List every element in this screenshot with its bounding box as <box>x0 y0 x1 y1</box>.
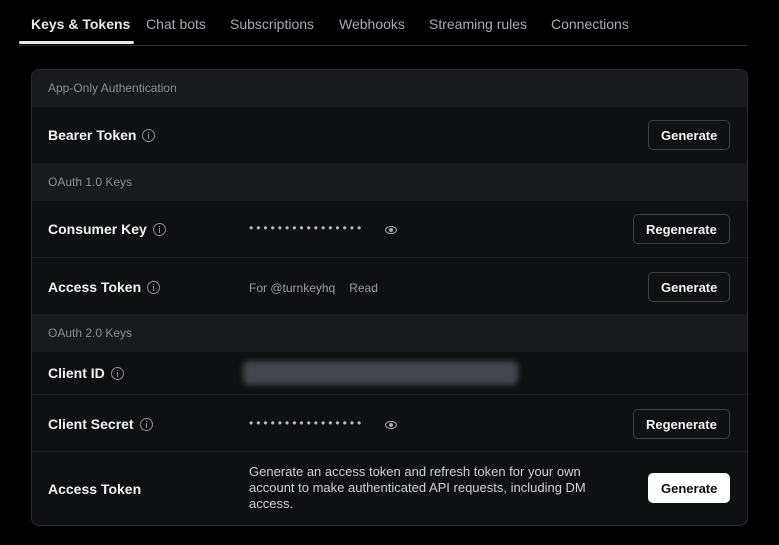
consumer-key-label-wrap: Consumer Key <box>48 221 166 237</box>
active-tab-indicator <box>19 41 134 44</box>
access-token-description: Generate an access token and refresh tok… <box>249 464 586 511</box>
client-id-label-wrap: Client ID <box>48 365 124 381</box>
access-token-permission: Read <box>349 281 378 295</box>
tab-chat-bots[interactable]: Chat bots <box>146 16 206 32</box>
access-token-oauth2-label: Access Token <box>48 481 142 497</box>
row-access-token-oauth2: Access Token Generate an access token an… <box>32 451 747 525</box>
row-client-id: Client ID <box>32 352 747 394</box>
consumer-key-label: Consumer Key <box>48 221 147 237</box>
client-secret-label-wrap: Client Secret <box>48 416 153 432</box>
access-token-meta: For @turnkeyhq Read <box>249 281 378 295</box>
row-access-token-oauth1: Access Token For @turnkeyhq Read Generate <box>32 257 747 315</box>
info-icon[interactable] <box>152 222 166 236</box>
tab-keys-and-tokens[interactable]: Keys & Tokens <box>31 16 130 32</box>
tab-connections[interactable]: Connections <box>551 16 629 32</box>
tab-webhooks[interactable]: Webhooks <box>339 16 405 32</box>
row-consumer-key: Consumer Key •••••••••••••••• Regenerate <box>32 201 747 257</box>
tab-bar: Keys & Tokens Chat bots Subscriptions We… <box>19 0 747 46</box>
consumer-regenerate-button[interactable]: Regenerate <box>633 214 730 244</box>
client-secret-label: Client Secret <box>48 416 134 432</box>
info-icon[interactable] <box>147 280 161 294</box>
keys-card: App-Only Authentication Bearer Token Gen… <box>31 69 748 526</box>
access-token-oauth2-generate-button[interactable]: Generate <box>648 473 731 503</box>
client-id-label: Client ID <box>48 365 105 381</box>
info-icon[interactable] <box>110 366 124 380</box>
access-token-owner: For @turnkeyhq <box>249 281 336 295</box>
client-id-blurred-value <box>243 361 518 385</box>
tab-subscriptions[interactable]: Subscriptions <box>230 16 314 32</box>
consumer-key-masked-value: •••••••••••••••• <box>249 221 365 235</box>
eye-icon[interactable] <box>385 421 397 429</box>
bearer-token-label-wrap: Bearer Token <box>48 127 156 143</box>
client-secret-regenerate-button[interactable]: Regenerate <box>633 409 730 439</box>
access-token-generate-button[interactable]: Generate <box>648 272 731 302</box>
row-bearer-token: Bearer Token Generate <box>32 107 747 163</box>
client-secret-masked-value: •••••••••••••••• <box>249 416 365 430</box>
section-header-app-only: App-Only Authentication <box>32 70 747 107</box>
row-client-secret: Client Secret •••••••••••••••• Regenerat… <box>32 394 747 452</box>
section-header-oauth2: OAuth 2.0 Keys <box>32 314 747 352</box>
access-token-label-wrap: Access Token <box>48 279 161 295</box>
tab-streaming-rules[interactable]: Streaming rules <box>429 16 527 32</box>
info-icon[interactable] <box>139 417 153 431</box>
info-icon[interactable] <box>142 128 156 142</box>
section-header-oauth1: OAuth 1.0 Keys <box>32 163 747 201</box>
bearer-token-label: Bearer Token <box>48 127 137 143</box>
eye-icon[interactable] <box>385 226 397 234</box>
access-token-label: Access Token <box>48 279 142 295</box>
bearer-generate-button[interactable]: Generate <box>648 120 731 150</box>
